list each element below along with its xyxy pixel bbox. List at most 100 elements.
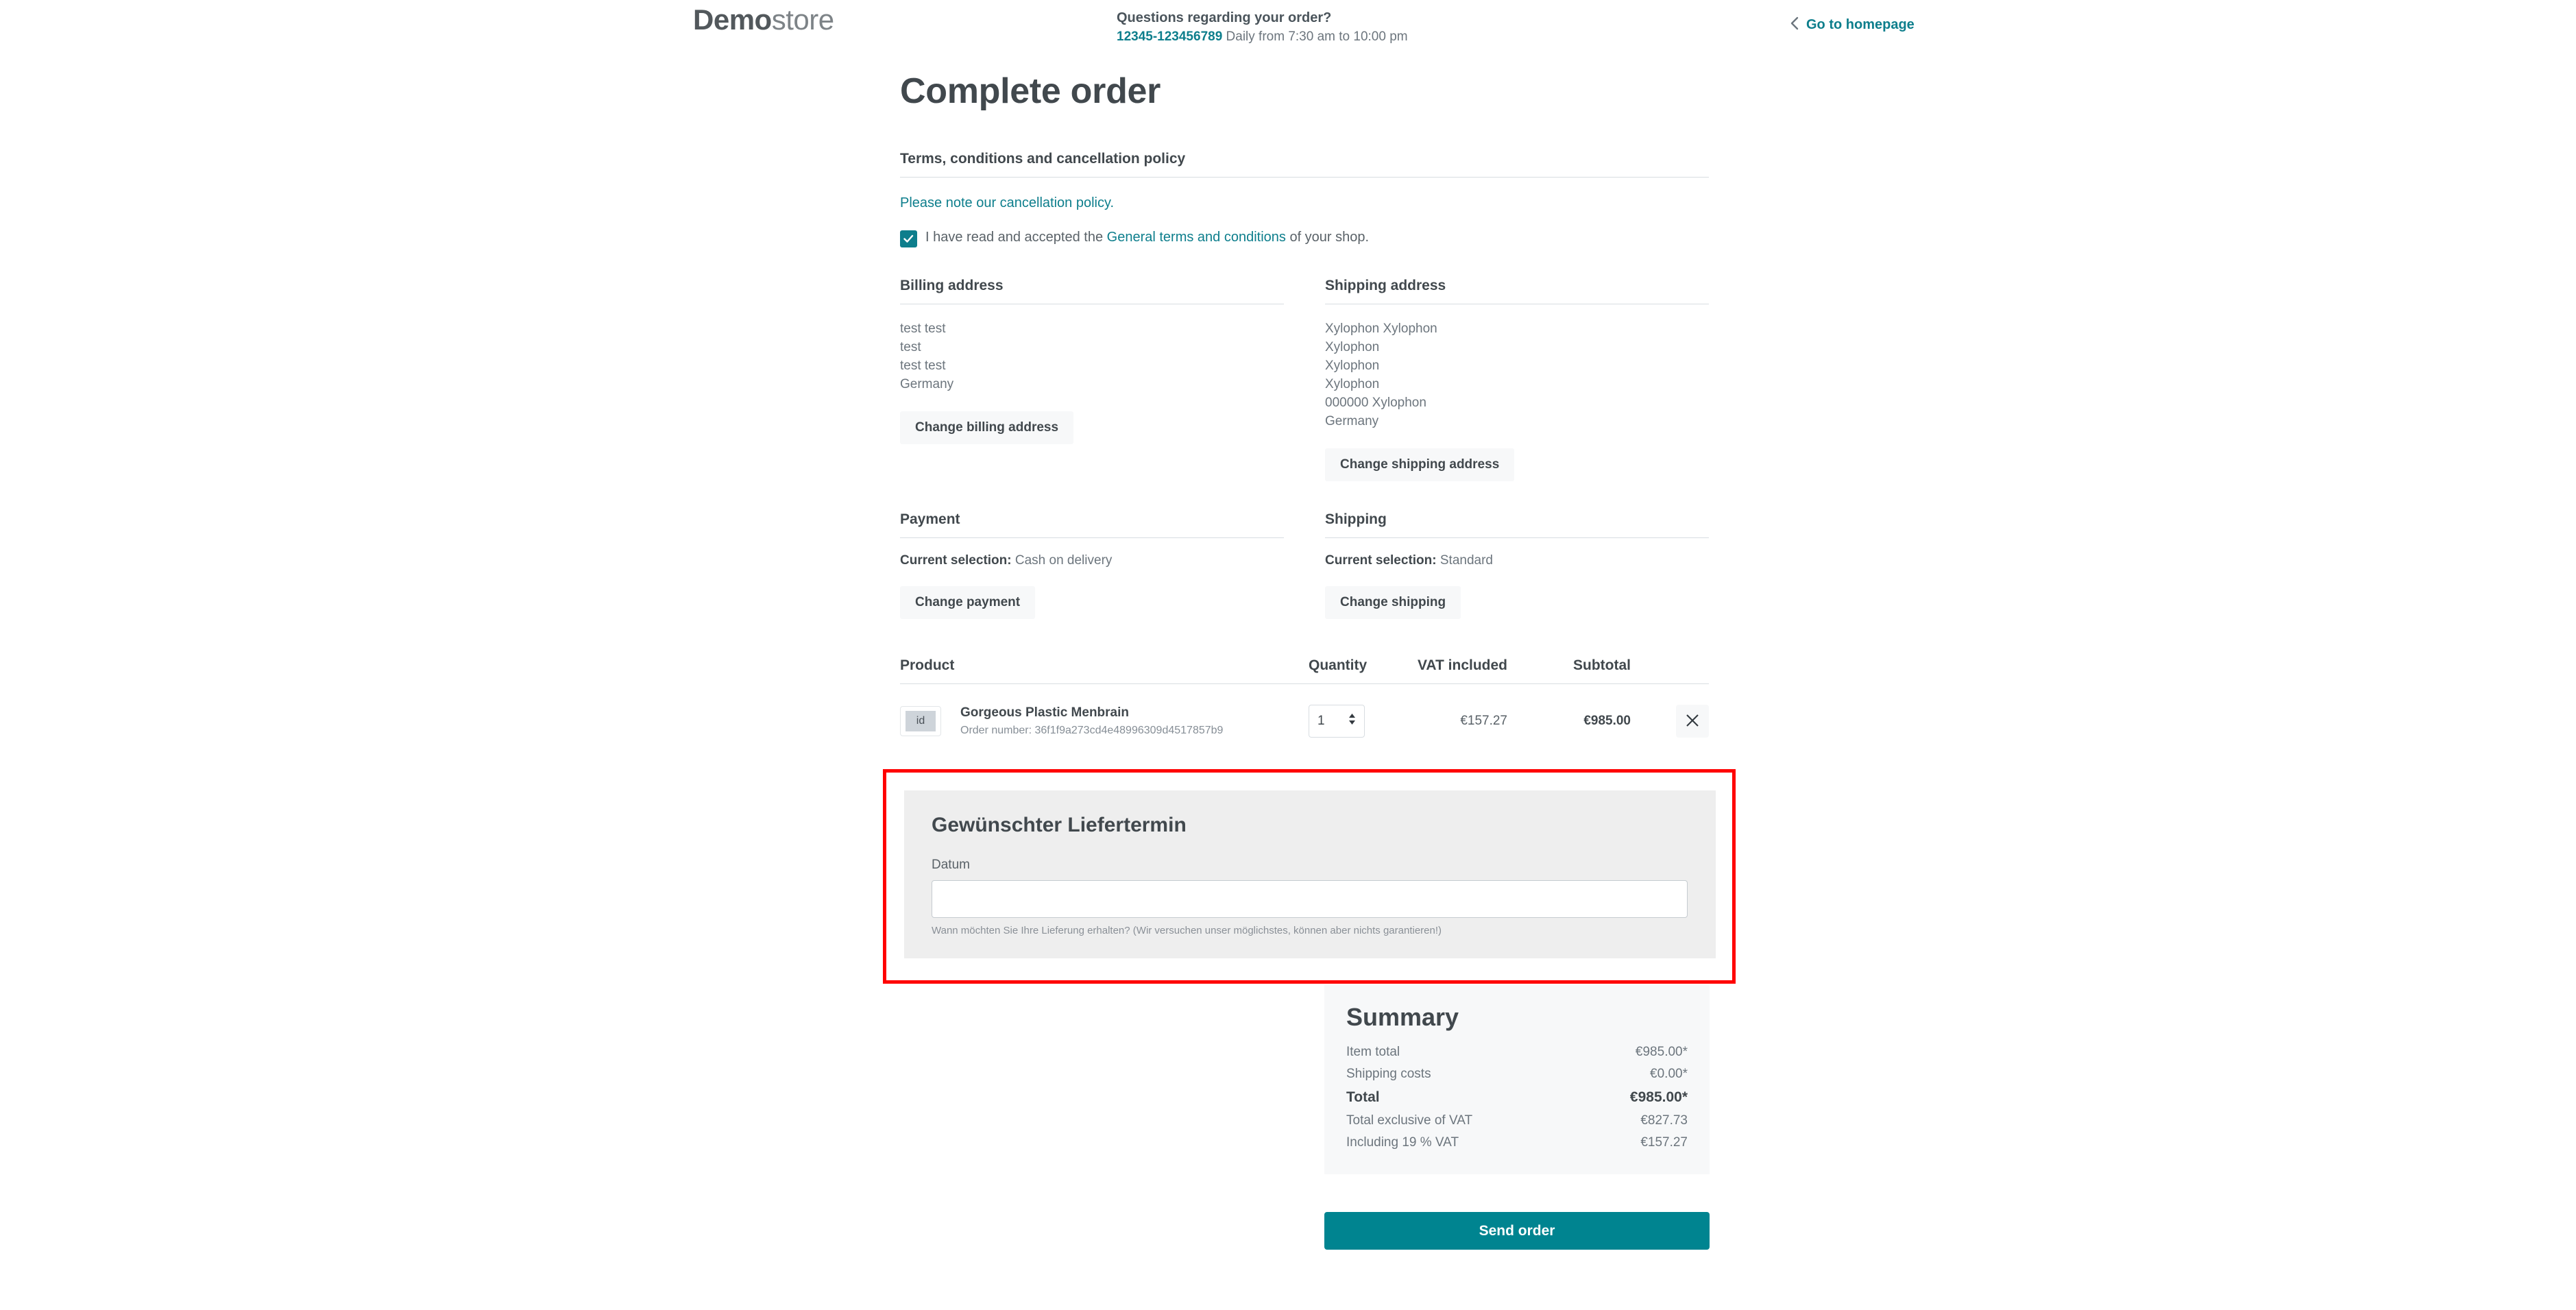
address-line: Germany bbox=[900, 377, 954, 391]
date-input[interactable] bbox=[932, 880, 1688, 918]
address-line: Xylophon bbox=[1325, 340, 1380, 354]
terms-heading: Terms, conditions and cancellation polic… bbox=[900, 151, 1186, 167]
page-title: Complete order bbox=[900, 71, 1161, 111]
product-thumbnail: id bbox=[900, 706, 941, 736]
cancellation-policy-link[interactable]: Please note our cancellation policy. bbox=[900, 195, 1114, 211]
general-terms-link[interactable]: General terms and conditions bbox=[1107, 230, 1286, 245]
billing-address-lines: test test test test test Germany bbox=[900, 319, 1284, 393]
summary-label: Shipping costs bbox=[1346, 1067, 1431, 1081]
change-shipping-button[interactable]: Change shipping bbox=[1325, 586, 1461, 619]
column-header-product: Product bbox=[900, 657, 955, 673]
column-header-quantity: Quantity bbox=[1309, 657, 1368, 673]
summary-row-total-excl-vat: Total exclusive of VAT €827.73 bbox=[1346, 1110, 1688, 1132]
divider bbox=[1325, 537, 1709, 538]
divider bbox=[900, 537, 1284, 538]
checkout-page: Demostore Questions regarding your order… bbox=[0, 0, 2576, 1250]
cart-remove-cell bbox=[1631, 705, 1709, 738]
cart-subtotal-value: €985.00 bbox=[1583, 714, 1631, 728]
shipping-address-lines: Xylophon Xylophon Xylophon Xylophon Xylo… bbox=[1325, 319, 1709, 430]
chevron-left-icon bbox=[1790, 16, 1799, 34]
summary-row-including-vat: Including 19 % VAT €157.27 bbox=[1346, 1132, 1688, 1154]
payment-shipping-section: Payment Current selection: Cash on deliv… bbox=[900, 511, 1709, 619]
date-field-label: Datum bbox=[932, 858, 970, 872]
address-line: Xylophon Xylophon bbox=[1325, 322, 1437, 336]
summary-value: €157.27 bbox=[1640, 1135, 1688, 1150]
change-shipping-address-button[interactable]: Change shipping address bbox=[1325, 448, 1515, 481]
product-order-number: Order number: 36f1f9a273cd4e48996309d451… bbox=[960, 725, 1224, 736]
change-payment-button[interactable]: Change payment bbox=[900, 586, 1036, 619]
accept-prefix: I have read and accepted the bbox=[925, 230, 1107, 245]
address-line: 000000 Xylophon bbox=[1325, 396, 1426, 410]
change-billing-address-button[interactable]: Change billing address bbox=[900, 411, 1074, 444]
column-header-vat: VAT included bbox=[1417, 657, 1507, 673]
order-summary: Summary Item total €985.00* Shipping cos… bbox=[1324, 985, 1710, 1174]
divider bbox=[900, 177, 1709, 178]
product-name[interactable]: Gorgeous Plastic Menbrain bbox=[960, 705, 1223, 720]
cart-vat-value: €157.27 bbox=[1460, 714, 1507, 728]
logo-bold-part: Demo bbox=[693, 3, 772, 36]
custom-field-panel: Gewünschter Liefertermin Datum Wann möch… bbox=[904, 790, 1716, 958]
table-row: id Gorgeous Plastic Menbrain Order numbe… bbox=[900, 684, 1709, 753]
address-line: test test bbox=[900, 322, 946, 336]
cart-table-header: Product Quantity VAT included Subtotal bbox=[900, 657, 1709, 683]
highlight-annotation: Gewünschter Liefertermin Datum Wann möch… bbox=[883, 769, 1736, 984]
address-line: Xylophon bbox=[1325, 359, 1380, 373]
contact-block: Questions regarding your order? 12345-12… bbox=[1117, 9, 1408, 46]
site-header: Demostore Questions regarding your order… bbox=[0, 0, 2576, 49]
shipping-current-label: Current selection: bbox=[1325, 553, 1437, 568]
summary-value: €985.00* bbox=[1629, 1089, 1688, 1105]
payment-current-label: Current selection: bbox=[900, 553, 1012, 568]
date-field-help-text: Wann möchten Sie Ihre Lieferung erhalten… bbox=[932, 925, 1442, 936]
logo-light-part: store bbox=[771, 3, 834, 36]
terms-accept-row[interactable]: I have read and accepted the General ter… bbox=[900, 230, 1709, 247]
summary-row-total: Total €985.00* bbox=[1346, 1085, 1688, 1110]
summary-title: Summary bbox=[1346, 1003, 1459, 1031]
address-line: Xylophon bbox=[1325, 377, 1380, 391]
billing-address-heading: Billing address bbox=[900, 278, 1004, 293]
shipping-current-value: Standard bbox=[1439, 553, 1493, 568]
contact-details: 12345-123456789 Daily from 7:30 am to 10… bbox=[1117, 28, 1408, 46]
summary-row-item-total: Item total €985.00* bbox=[1346, 1041, 1688, 1063]
quantity-select[interactable]: 1 bbox=[1309, 705, 1365, 738]
footer-cut-text bbox=[900, 1300, 1709, 1310]
terms-checkbox[interactable] bbox=[900, 230, 917, 247]
shipping-current-selection: Current selection: Standard bbox=[1325, 553, 1709, 568]
payment-current-selection: Current selection: Cash on delivery bbox=[900, 553, 1284, 568]
go-to-homepage-link[interactable]: Go to homepage bbox=[1790, 16, 1915, 34]
address-line: Germany bbox=[1325, 414, 1379, 428]
summary-value: €0.00* bbox=[1650, 1067, 1688, 1081]
address-section: Billing address test test test test test… bbox=[900, 278, 1709, 481]
summary-label: Item total bbox=[1346, 1045, 1400, 1059]
payment-heading: Payment bbox=[900, 511, 960, 527]
summary-label: Total bbox=[1346, 1089, 1380, 1105]
quantity-value: 1 bbox=[1317, 714, 1325, 728]
contact-phone[interactable]: 12345-123456789 bbox=[1117, 29, 1222, 44]
checkout-content: Complete order Terms, conditions and can… bbox=[900, 71, 1709, 753]
thumbnail-placeholder-label: id bbox=[906, 711, 936, 731]
address-line: test test bbox=[900, 359, 946, 373]
close-icon bbox=[1685, 713, 1700, 730]
remove-item-button[interactable] bbox=[1676, 705, 1709, 738]
summary-value: €985.00* bbox=[1635, 1045, 1688, 1059]
address-line: test bbox=[900, 340, 921, 354]
shipping-method-block: Shipping Current selection: Standard Cha… bbox=[1325, 511, 1709, 619]
shipping-address-block: Shipping address Xylophon Xylophon Xylop… bbox=[1325, 278, 1709, 481]
shipping-method-heading: Shipping bbox=[1325, 511, 1387, 527]
custom-field-title: Gewünschter Liefertermin bbox=[932, 814, 1187, 836]
summary-value: €827.73 bbox=[1640, 1113, 1688, 1128]
contact-hours: Daily from 7:30 am to 10:00 pm bbox=[1226, 29, 1408, 44]
contact-title: Questions regarding your order? bbox=[1117, 10, 1332, 25]
terms-accept-text: I have read and accepted the General ter… bbox=[925, 230, 1369, 245]
chevron-updown-icon bbox=[1348, 713, 1356, 729]
shipping-address-heading: Shipping address bbox=[1325, 278, 1446, 293]
send-order-button[interactable]: Send order bbox=[1324, 1212, 1710, 1250]
cart-table: Product Quantity VAT included Subtotal i… bbox=[900, 657, 1709, 753]
cart-product-cell: id Gorgeous Plastic Menbrain Order numbe… bbox=[900, 705, 1309, 737]
summary-row-shipping-costs: Shipping costs €0.00* bbox=[1346, 1063, 1688, 1085]
site-logo[interactable]: Demostore bbox=[693, 5, 834, 34]
product-info: Gorgeous Plastic Menbrain Order number: … bbox=[960, 705, 1223, 737]
accept-suffix: of your shop. bbox=[1285, 230, 1370, 245]
cart-quantity-cell: 1 bbox=[1309, 705, 1384, 738]
summary-label: Including 19 % VAT bbox=[1346, 1135, 1459, 1150]
payment-current-value: Cash on delivery bbox=[1014, 553, 1113, 568]
